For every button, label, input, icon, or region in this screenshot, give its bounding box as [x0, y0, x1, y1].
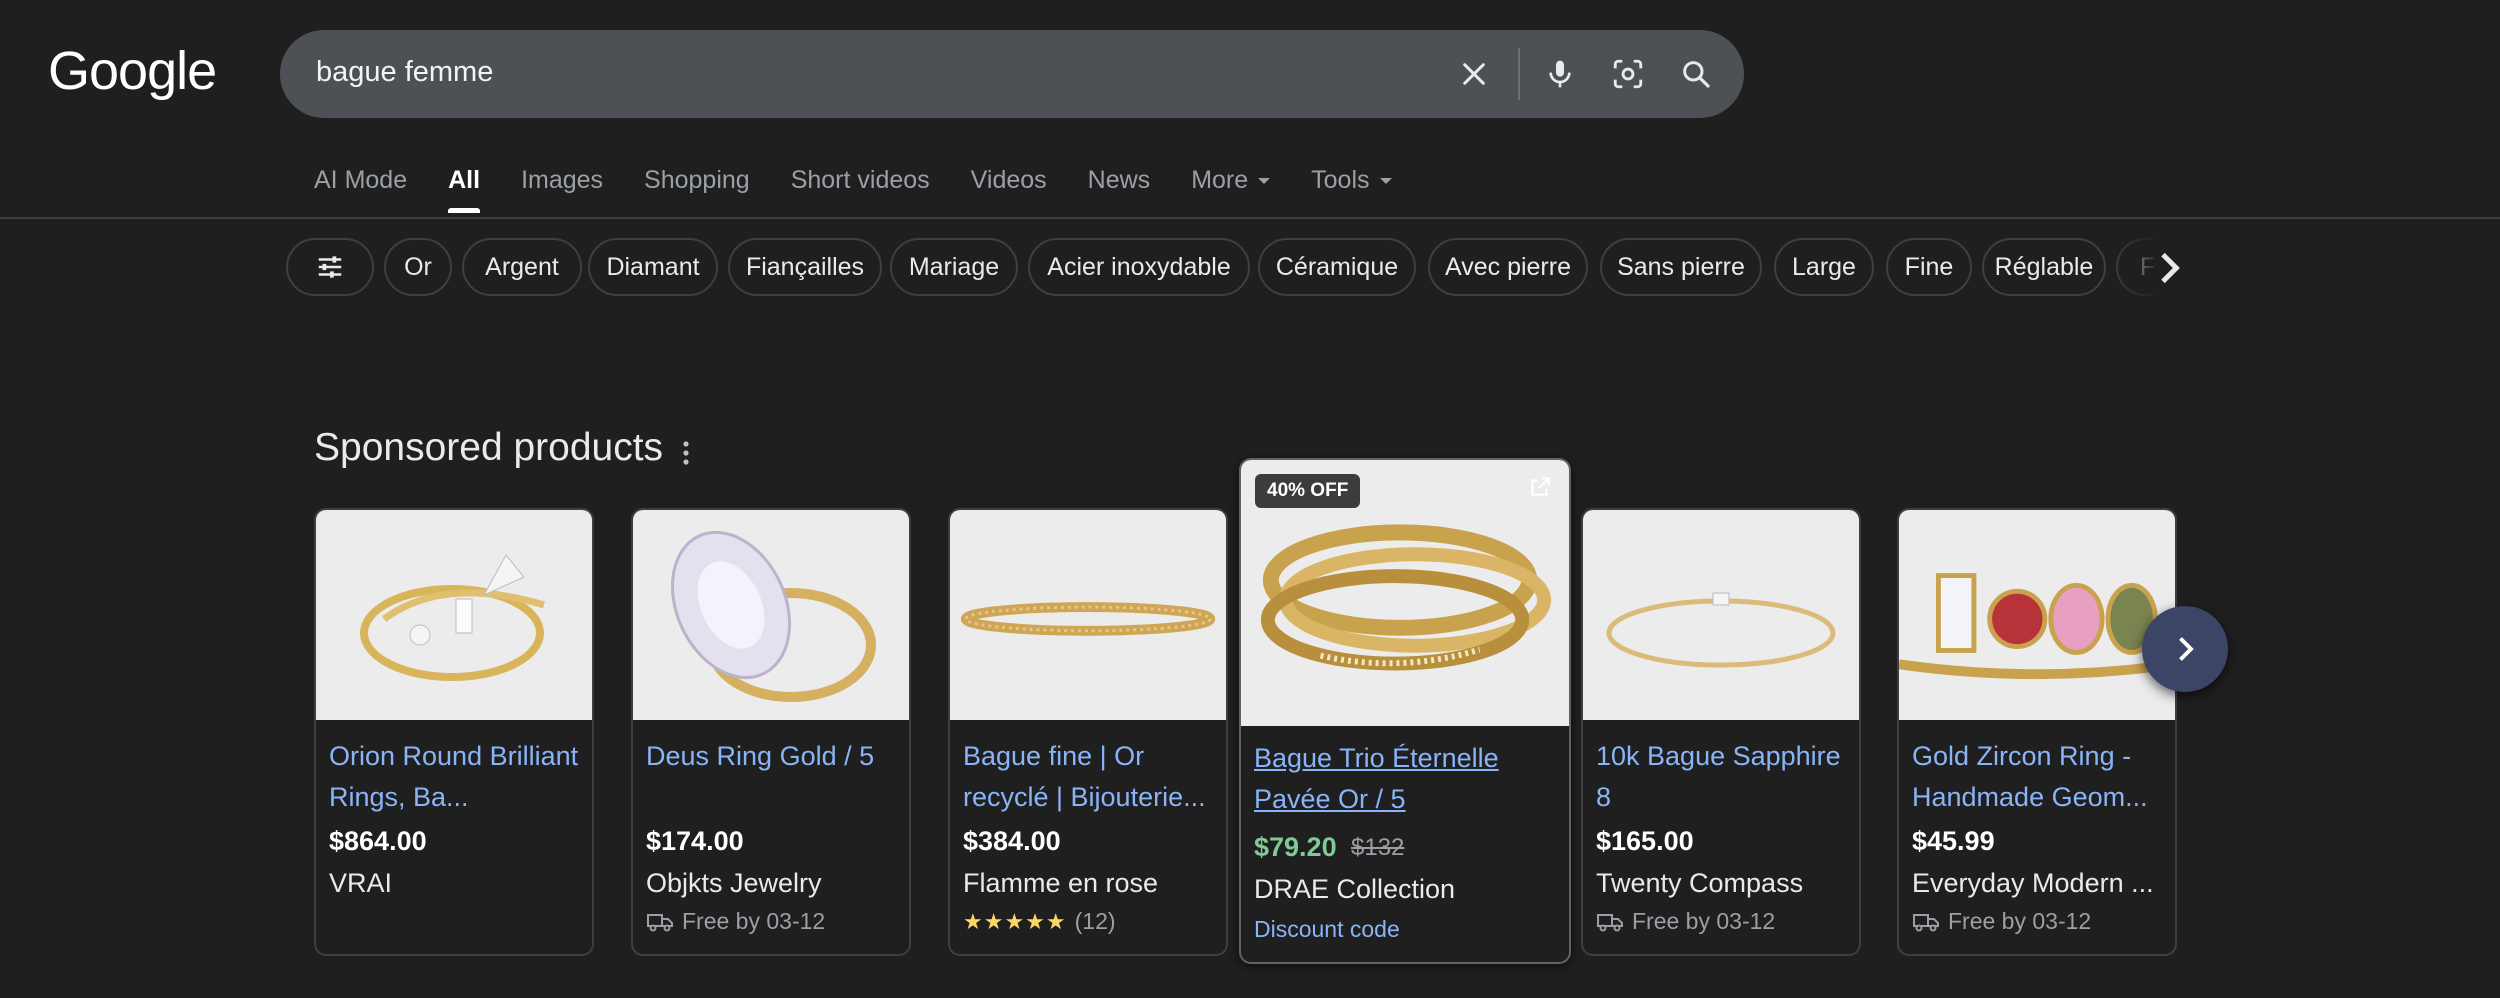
product-card[interactable]: Bague fine | Or recyclé | Bijouterie... …	[948, 508, 1228, 956]
sliders-icon	[318, 256, 342, 278]
star-rating-icon: ★★★★★	[963, 908, 1067, 934]
discount-badge: 40% OFF	[1255, 474, 1361, 508]
product-card[interactable]: Orion Round Brilliant Rings, Ba... $864.…	[314, 508, 594, 956]
chip-mariage[interactable]: Mariage	[890, 238, 1018, 296]
tab-videos[interactable]: Videos	[971, 166, 1047, 216]
product-price: $864.00	[329, 826, 427, 856]
delivery-truck-icon	[647, 913, 673, 931]
shipping-text: Free by 03-12	[1948, 908, 2092, 934]
chip-reglable[interactable]: Réglable	[1982, 238, 2106, 296]
search-bar[interactable]: bague femme	[280, 30, 1744, 118]
tab-all[interactable]: All	[448, 166, 480, 216]
product-price: $174.00	[646, 826, 744, 856]
product-image[interactable]	[950, 510, 1226, 720]
sponsored-products-title: Sponsored products	[314, 426, 664, 469]
chip-diamant[interactable]: Diamant	[588, 238, 718, 296]
tab-short-videos[interactable]: Short videos	[791, 166, 930, 216]
tab-news[interactable]: News	[1088, 166, 1151, 216]
google-logo[interactable]: Google	[48, 40, 217, 102]
chip-large[interactable]: Large	[1774, 238, 1874, 296]
product-merchant: Flamme en rose	[963, 868, 1159, 898]
product-merchant: Everyday Modern ...	[1912, 868, 2154, 898]
tab-more[interactable]: More	[1191, 166, 1271, 216]
search-divider	[1518, 48, 1520, 100]
product-title[interactable]: Orion Round Brilliant Rings, Ba...	[329, 736, 583, 818]
product-image[interactable]	[1899, 510, 2175, 720]
filter-chips: Or Argent Diamant Fiançailles Mariage Ac…	[286, 238, 2172, 300]
chip-or[interactable]: Or	[384, 238, 452, 296]
rating: ★★★★★ (12)	[963, 908, 1116, 935]
product-title[interactable]: Bague Trio Éternelle Pavée Or / 5	[1254, 738, 1554, 820]
product-merchant: VRAI	[329, 868, 393, 898]
shipping-info: Free by 03-12	[1912, 908, 2091, 935]
tab-shopping[interactable]: Shopping	[644, 166, 750, 216]
shipping-text: Free by 03-12	[1632, 908, 1776, 934]
chip-fine[interactable]: Fine	[1886, 238, 1972, 296]
discount-code-link[interactable]: Discount code	[1254, 916, 1400, 943]
rating-count: (12)	[1074, 908, 1116, 934]
chevron-down-icon	[1379, 178, 1392, 185]
product-title[interactable]: 10k Bague Sapphire 8	[1596, 736, 1850, 818]
more-options-icon[interactable]	[676, 438, 696, 468]
product-merchant: DRAE Collection	[1254, 874, 1456, 904]
chip-sans-pierre[interactable]: Sans pierre	[1600, 238, 1762, 296]
microphone-icon[interactable]	[1538, 52, 1582, 96]
chevron-right-icon	[2179, 637, 2194, 661]
product-merchant: Objkts Jewelry	[646, 868, 822, 898]
chip-argent[interactable]: Argent	[462, 238, 582, 296]
product-price: $45.99	[1912, 826, 1995, 856]
shipping-info: Free by 03-12	[646, 908, 825, 935]
product-old-price: $132	[1351, 834, 1405, 861]
chip-fiancailles[interactable]: Fiançailles	[728, 238, 882, 296]
product-sale-price: $79.20	[1254, 832, 1337, 862]
delivery-truck-icon	[1597, 913, 1623, 931]
tab-ai-mode[interactable]: AI Mode	[314, 166, 407, 216]
product-merchant: Twenty Compass	[1596, 868, 1804, 898]
shipping-info: Free by 03-12	[1596, 908, 1775, 935]
search-tabs: AI Mode All Images Shopping Short videos…	[314, 166, 1433, 216]
product-card[interactable]: 10k Bague Sapphire 8 $165.00 Twenty Comp…	[1581, 508, 1861, 956]
external-link-icon[interactable]	[1527, 474, 1553, 500]
header-divider	[0, 217, 2500, 219]
clear-icon[interactable]	[1452, 52, 1496, 96]
search-input[interactable]: bague femme	[316, 56, 493, 89]
delivery-truck-icon	[1913, 913, 1939, 931]
tab-tools[interactable]: Tools	[1311, 166, 1392, 216]
product-image[interactable]	[316, 510, 592, 720]
product-card-featured[interactable]: 40% OFF Bague Trio Éternelle Pavée Or / …	[1239, 458, 1571, 964]
product-price: $165.00	[1596, 826, 1694, 856]
product-price: $384.00	[963, 826, 1061, 856]
product-card[interactable]: Deus Ring Gold / 5 $174.00 Objkts Jewelr…	[631, 508, 911, 956]
product-title[interactable]: Gold Zircon Ring - Handmade Geom...	[1912, 736, 2166, 818]
carousel-next-button[interactable]	[2142, 606, 2228, 692]
product-image[interactable]	[1583, 510, 1859, 720]
product-image[interactable]	[633, 510, 909, 720]
chip-ceramique[interactable]: Céramique	[1258, 238, 1416, 296]
product-card[interactable]: Gold Zircon Ring - Handmade Geom... $45.…	[1897, 508, 2177, 956]
tab-images[interactable]: Images	[521, 166, 603, 216]
chips-scroll-right-icon[interactable]	[2148, 248, 2188, 288]
shipping-text: Free by 03-12	[682, 908, 826, 934]
chip-avec-pierre[interactable]: Avec pierre	[1428, 238, 1588, 296]
chevron-down-icon	[1258, 178, 1271, 185]
lens-camera-icon[interactable]	[1606, 52, 1650, 96]
product-title[interactable]: Bague fine | Or recyclé | Bijouterie...	[963, 736, 1217, 818]
product-title[interactable]: Deus Ring Gold / 5	[646, 736, 900, 818]
filter-settings-button[interactable]	[286, 238, 374, 296]
chip-acier-inoxydable[interactable]: Acier inoxydable	[1028, 238, 1250, 296]
search-icon[interactable]	[1674, 52, 1718, 96]
